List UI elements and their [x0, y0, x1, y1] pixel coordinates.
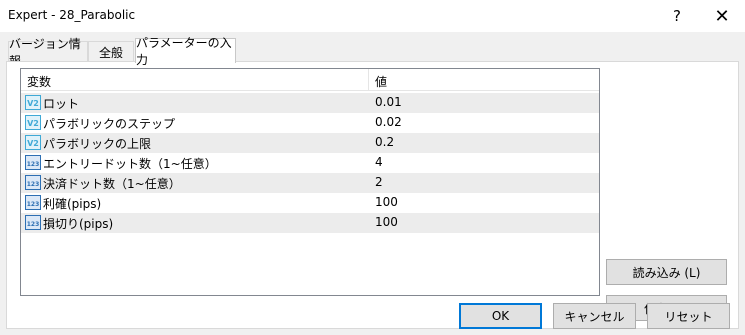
parameter-name: パラボリックの上限: [43, 137, 152, 151]
dialog-body: バージョン情報 全般 パラメーターの入力 変数 値 V2 ロット 0.01 V2 パラボ…: [0, 32, 745, 335]
tab-parameter-input[interactable]: パラメーターの入力: [135, 36, 236, 67]
v2-double-param-icon: V2: [25, 135, 41, 150]
svg-text:123: 123: [27, 181, 40, 188]
window-title: Expert - 28_Parabolic: [8, 8, 136, 22]
table-rows: V2 ロット 0.01 V2 パラボリックのステップ 0.02 V2 パラボリックの上限 0.2…: [21, 93, 599, 233]
help-icon: ?: [673, 7, 681, 25]
svg-text:123: 123: [27, 161, 40, 168]
parameter-value[interactable]: 2: [375, 175, 383, 189]
123-int-param-icon: 123: [25, 155, 41, 170]
123-int-param-icon: 123: [25, 175, 41, 190]
parameter-value[interactable]: 0.02: [375, 115, 402, 129]
close-button[interactable]: ✕: [699, 0, 745, 32]
123-int-param-icon: 123: [25, 215, 41, 230]
123-int-param-icon: 123: [25, 195, 41, 210]
table-row[interactable]: V2 ロット 0.01: [21, 93, 599, 113]
table-header: 変数 値: [21, 69, 599, 91]
parameter-name: 決済ドット数（1~任意）: [43, 177, 181, 191]
table-row[interactable]: 123 損切り(pips) 100: [21, 213, 599, 233]
close-icon: ✕: [714, 5, 730, 27]
parameter-name: エントリードット数（1~任意）: [43, 157, 217, 171]
parameter-value[interactable]: 100: [375, 215, 398, 229]
parameter-name: 損切り(pips): [43, 217, 114, 231]
parameter-table[interactable]: 変数 値 V2 ロット 0.01 V2 パラボリックのステップ 0.02 V2 パラボリックの…: [20, 68, 600, 296]
tab-panel: 変数 値 V2 ロット 0.01 V2 パラボリックのステップ 0.02 V2 パラボリックの…: [6, 61, 739, 329]
parameter-value[interactable]: 4: [375, 155, 383, 169]
parameter-name: パラボリックのステップ: [43, 117, 176, 131]
table-row[interactable]: 123 利確(pips) 100: [21, 193, 599, 213]
table-row[interactable]: V2 パラボリックの上限 0.2: [21, 133, 599, 153]
table-row[interactable]: 123 エントリードット数（1~任意） 4: [21, 153, 599, 173]
reset-button[interactable]: リセット: [647, 303, 730, 329]
svg-text:V2: V2: [27, 119, 39, 128]
cancel-button[interactable]: キャンセル: [553, 303, 636, 329]
table-row[interactable]: V2 パラボリックのステップ 0.02: [21, 113, 599, 133]
tab-general[interactable]: 全般: [88, 41, 134, 62]
v2-double-param-icon: V2: [25, 95, 41, 110]
parameter-name: ロット: [43, 97, 80, 111]
column-header-variable[interactable]: 変数: [27, 73, 51, 90]
table-row[interactable]: 123 決済ドット数（1~任意） 2: [21, 173, 599, 193]
parameter-value[interactable]: 100: [375, 195, 398, 209]
parameter-value[interactable]: 0.01: [375, 95, 402, 109]
title-bar: Expert - 28_Parabolic ? ✕: [0, 0, 745, 32]
svg-text:V2: V2: [27, 139, 39, 148]
parameter-value[interactable]: 0.2: [375, 135, 394, 149]
svg-text:123: 123: [27, 201, 40, 208]
svg-text:123: 123: [27, 221, 40, 228]
parameter-name: 利確(pips): [43, 197, 102, 211]
ok-button[interactable]: OK: [459, 303, 542, 329]
column-header-value[interactable]: 値: [375, 73, 387, 90]
load-button[interactable]: 読み込み (L): [606, 259, 727, 285]
column-divider[interactable]: [368, 69, 369, 91]
tab-version-info[interactable]: バージョン情報: [8, 37, 88, 68]
tab-strip: バージョン情報 全般 パラメーターの入力: [0, 32, 745, 68]
help-button[interactable]: ?: [654, 0, 700, 32]
v2-double-param-icon: V2: [25, 115, 41, 130]
svg-text:V2: V2: [27, 99, 39, 108]
